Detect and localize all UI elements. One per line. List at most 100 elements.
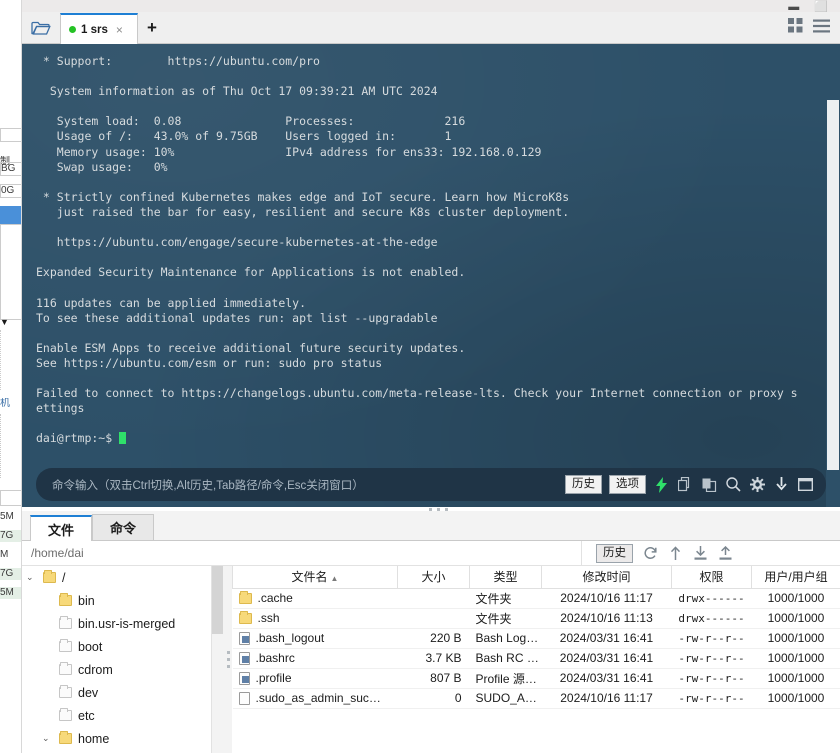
table-row[interactable]: .profile 807 B Profile 源… 2024/03/31 16:41-… [232,668,840,689]
file-list: 文件名 ▲ 大小 类型 修改时间 权限 用户/用户组 .cache 文件夹 2024/10/16… [232,566,840,753]
file-name: .cache [257,591,293,605]
download-icon[interactable] [692,545,708,561]
scrollbar-thumb[interactable] [212,566,223,634]
cell-type: 文件夹 [469,588,542,609]
column-header-大小[interactable]: 大小 [397,566,470,589]
bg-chart-2 [0,414,21,478]
refresh-icon[interactable] [642,545,658,561]
cell-user-group: 1000/1000 [751,688,840,709]
cell-size: 807 B [397,668,470,689]
download-icon[interactable] [773,476,790,493]
tree-node-etc[interactable]: etc [22,704,211,727]
paste-icon[interactable] [701,476,718,493]
vertical-splitter[interactable] [224,566,232,753]
bg-panel [0,224,21,320]
cell-type: SUDO_A… [469,688,542,709]
tree-node--[interactable]: ⌄ / [22,566,211,589]
folder-plain-icon [59,708,72,721]
hamburger-menu-icon[interactable] [813,19,830,38]
cell-user-group: 1000/1000 [751,628,840,649]
cell-type: Bash Log… [469,628,542,649]
tree-node-label: bin.usr-is-merged [78,616,176,631]
column-header-用户/用户组[interactable]: 用户/用户组 [751,566,840,589]
tab-bar: 1 srs × + [22,12,840,44]
grid-view-icon[interactable] [788,18,803,38]
folder-icon [43,570,56,583]
cell-permissions: -rw-r--r-- [671,648,752,669]
upload-icon[interactable] [717,545,733,561]
terminal-text: * Support: https://ubuntu.com/pro System… [36,54,798,446]
cell-size: 3.7 KB [397,648,470,669]
folder-plain-icon [59,639,72,652]
command-input-bar[interactable]: 命令输入（双击Ctrl切换,Alt历史,Tab路径/命令,Esc关闭窗口） 历史… [36,468,826,501]
cell-size: 0 [397,688,470,709]
file-name: .sudo_as_admin_suc… [255,691,381,705]
scrollbar-thumb[interactable] [827,100,839,470]
status-dot-icon [69,26,76,33]
column-header-权限[interactable]: 权限 [671,566,752,589]
tree-node-bin-usr-is-merged[interactable]: bin.usr-is-merged [22,612,211,635]
table-row[interactable]: .ssh 文件夹 2024/10/16 11:13 drwx------ 1000/10… [232,608,840,629]
new-tab-button[interactable]: + [138,12,166,43]
search-icon[interactable] [725,476,742,493]
cell-user-group: 1000/1000 [751,588,840,609]
tree-node-label: home [78,731,110,746]
gear-icon[interactable] [749,476,766,493]
close-icon[interactable]: × [116,23,123,37]
cell-size [397,608,470,629]
path-input[interactable]: /home/dai [22,540,582,566]
cell-name: .ssh [232,608,398,629]
path-history-button[interactable]: 历史 [596,543,633,563]
column-header-修改时间[interactable]: 修改时间 [541,566,672,589]
copy-icon[interactable] [677,476,694,493]
open-folder-icon[interactable] [22,12,60,43]
tree-node-label: / [62,570,66,585]
terminal-scrollbar[interactable] [826,44,840,507]
tab-commands[interactable]: 命令 [92,514,155,540]
terminal-tab[interactable]: 1 srs × [60,13,138,44]
directory-tree[interactable]: ⌄ / bin bin.usr-is-merged boot cdrom dev etc ⌄ ho… [22,566,212,753]
folder-icon [59,731,72,744]
up-arrow-icon[interactable] [667,545,683,561]
path-toolbar: 历史 [582,543,733,563]
tree-node-bin[interactable]: bin [22,589,211,612]
bg-fragment: 5M [0,587,21,599]
file-text-icon [238,651,250,665]
caret-icon: ▼ [0,317,9,327]
folder-icon [238,590,252,604]
cell-mtime: 2024/03/31 16:41 [541,668,672,689]
bg-fragment: 5M [0,511,14,522]
tree-node-label: etc [78,708,95,723]
app-root: 制 BG 0G ▼ 机 5M 7G M 7G 5M ▬ ⬜ 1 srs × + … [0,0,840,753]
tree-node-label: bin [78,593,95,608]
table-row[interactable]: .cache 文件夹 2024/10/16 11:17 drwx------ 1000/… [232,588,840,609]
command-history-button[interactable]: 历史 [565,475,602,494]
cell-permissions: drwx------ [671,588,752,609]
window-titlebar: ▬ ⬜ [22,0,840,13]
column-header-文件名[interactable]: 文件名 ▲ [232,566,398,589]
terminal-output[interactable]: * Support: https://ubuntu.com/pro System… [22,44,840,507]
table-row[interactable]: .bashrc 3.7 KB Bash RC … 2024/03/31 16:41 -r… [232,648,840,669]
command-input-placeholder[interactable]: 命令输入（双击Ctrl切换,Alt历史,Tab路径/命令,Esc关闭窗口） [52,477,364,493]
column-header-类型[interactable]: 类型 [469,566,542,589]
tree-scrollbar[interactable] [212,566,223,753]
file-text-icon [238,671,250,685]
bg-box [0,128,21,142]
tree-node-dev[interactable]: dev [22,681,211,704]
command-options-button[interactable]: 选项 [609,475,646,494]
tree-node-home[interactable]: ⌄ home [22,727,211,750]
chevron-down-icon[interactable]: ⌄ [26,572,37,583]
tree-node-label: dev [78,685,99,700]
chevron-down-icon[interactable]: ⌄ [42,733,53,744]
lightning-icon[interactable] [653,476,670,493]
tree-node-cdrom[interactable]: cdrom [22,658,211,681]
cell-permissions: -rw-r--r-- [671,628,752,649]
tree-node-label: boot [78,639,103,654]
cell-type: 文件夹 [469,608,542,629]
tree-node-boot[interactable]: boot [22,635,211,658]
window-icon[interactable] [797,476,814,493]
tab-files[interactable]: 文件 [30,515,93,541]
cell-permissions: -rw-r--r-- [671,668,752,689]
table-row[interactable]: .sudo_as_admin_suc… 0 SUDO_A… 2024/10/16 11… [232,688,840,709]
table-row[interactable]: .bash_logout 220 B Bash Log… 2024/03/31 16:… [232,628,840,649]
